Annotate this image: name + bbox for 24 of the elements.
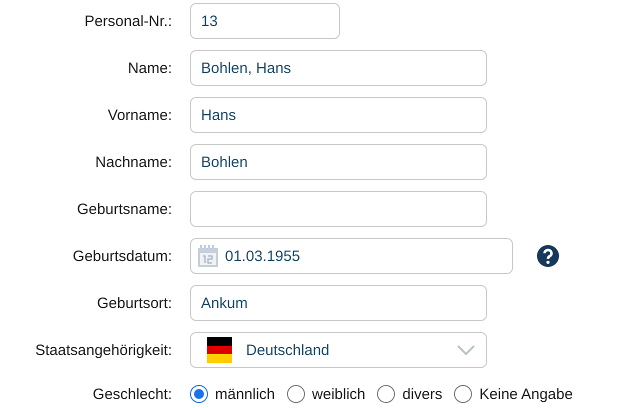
field-label: Geburtsort: xyxy=(96,294,172,312)
germany-flag-icon xyxy=(207,337,232,363)
input-field[interactable]: 13 xyxy=(190,3,340,39)
radio-option[interactable]: Keine Angabe xyxy=(454,385,573,403)
field-label: Geburtsname: xyxy=(76,200,172,218)
input-field[interactable]: Hans xyxy=(190,97,487,133)
radio-option[interactable]: weiblich xyxy=(287,385,366,403)
radio-option[interactable]: männlich xyxy=(190,385,276,403)
input-field[interactable]: Bohlen, Hans xyxy=(190,50,487,86)
field-label: Geschlecht: xyxy=(92,386,172,402)
input-field[interactable] xyxy=(190,191,487,227)
field-label: Nachname: xyxy=(94,154,172,170)
field-label: Personal-Nr.: xyxy=(83,12,172,30)
input-field[interactable]: Bohlen xyxy=(190,144,487,180)
field-label: Staatsangehörigkeit: xyxy=(34,342,172,358)
field-label: Vorname: xyxy=(106,106,172,124)
input-field[interactable]: Ankum xyxy=(190,285,487,321)
field-label: Geburtsdatum: xyxy=(72,248,172,264)
field-label: Name: xyxy=(126,60,172,76)
chevron-down-icon xyxy=(456,344,476,356)
calendar-icon xyxy=(197,244,219,268)
radio-option[interactable]: divers xyxy=(377,385,442,403)
date-field[interactable]: 01.03.1955 xyxy=(190,238,513,274)
country-select[interactable]: Deutschland xyxy=(190,332,487,368)
